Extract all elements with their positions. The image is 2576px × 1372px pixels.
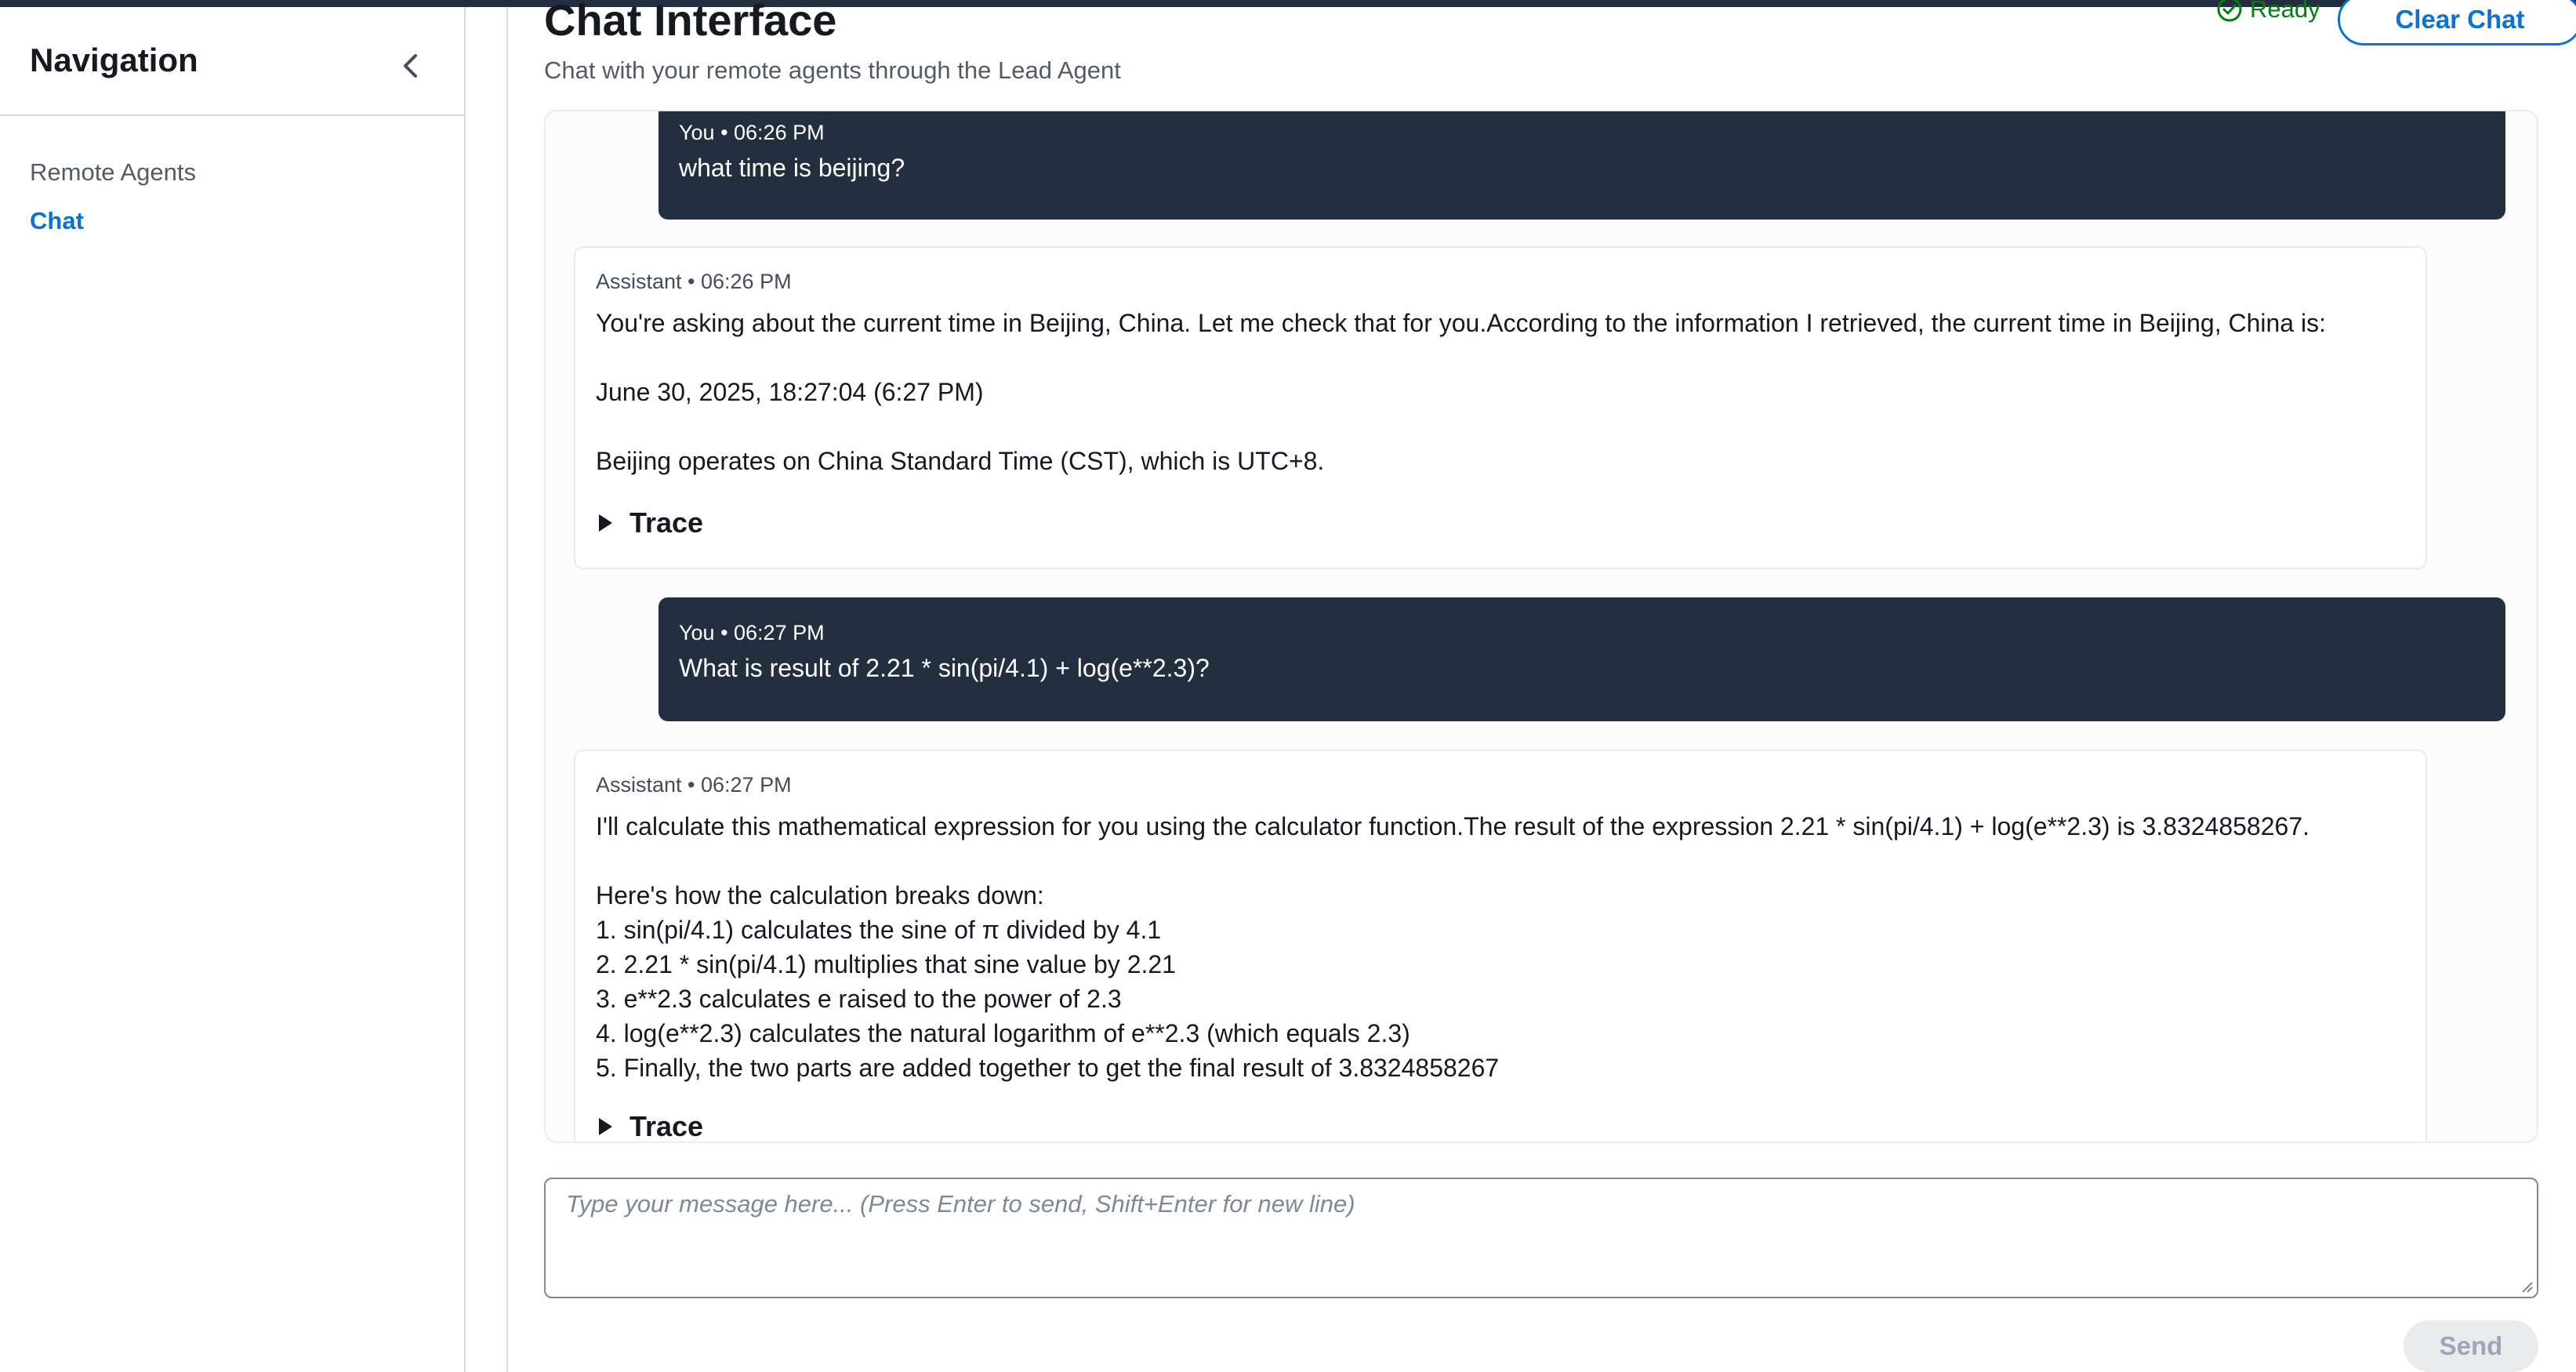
caret-right-icon	[599, 1118, 612, 1135]
trace-toggle[interactable]: Trace	[599, 506, 703, 539]
top-bar	[0, 0, 2576, 7]
collapse-sidebar-button[interactable]	[392, 46, 431, 85]
sidebar-item-chat[interactable]: Chat	[30, 197, 196, 245]
sidebar-header: Navigation	[0, 7, 464, 116]
trace-label: Trace	[629, 1110, 704, 1142]
status-indicator: Ready	[2215, 0, 2320, 24]
trace-toggle[interactable]: Trace	[599, 1110, 704, 1142]
sidebar-nav: Remote Agents Chat	[30, 148, 196, 245]
assistant-message: Assistant • 06:26 PM You're asking about…	[574, 246, 2427, 569]
message-input[interactable]	[546, 1179, 2537, 1297]
message-text: You're asking about the current time in …	[596, 309, 2326, 475]
chevron-left-icon	[404, 54, 417, 78]
message-text: what time is beijing?	[679, 154, 905, 182]
message-text: I'll calculate this mathematical express…	[596, 812, 2309, 1082]
message-meta: You • 06:27 PM	[679, 621, 825, 644]
user-message: You • 06:27 PM What is result of 2.21 * …	[659, 597, 2505, 721]
page-subtitle: Chat with your remote agents through the…	[544, 56, 1121, 84]
message-meta: Assistant • 06:26 PM	[596, 270, 792, 293]
clear-chat-button[interactable]: Clear Chat	[2338, 0, 2576, 45]
send-button[interactable]: Send	[2404, 1320, 2538, 1372]
check-circle-icon	[2217, 0, 2242, 22]
sidebar: Navigation Remote Agents Chat	[0, 7, 466, 1372]
content-divider	[506, 7, 508, 1372]
message-meta: You • 06:26 PM	[679, 121, 825, 144]
sidebar-title: Navigation	[30, 42, 198, 78]
status-text: Ready	[2250, 0, 2320, 23]
resize-grip-icon[interactable]	[2520, 1279, 2534, 1294]
message-input-container	[544, 1178, 2538, 1298]
caret-right-icon	[599, 514, 612, 532]
chat-messages-panel[interactable]: You • 06:26 PM what time is beijing? Ass…	[544, 110, 2538, 1143]
message-text: What is result of 2.21 * sin(pi/4.1) + l…	[679, 654, 1210, 682]
message-meta: Assistant • 06:27 PM	[596, 773, 792, 797]
trace-label: Trace	[629, 506, 704, 539]
assistant-message: Assistant • 06:27 PM I'll calculate this…	[574, 750, 2427, 1142]
page-title: Chat Interface	[544, 0, 837, 45]
user-message: You • 06:26 PM what time is beijing?	[659, 111, 2505, 220]
sidebar-item-remote-agents[interactable]: Remote Agents	[30, 148, 196, 197]
